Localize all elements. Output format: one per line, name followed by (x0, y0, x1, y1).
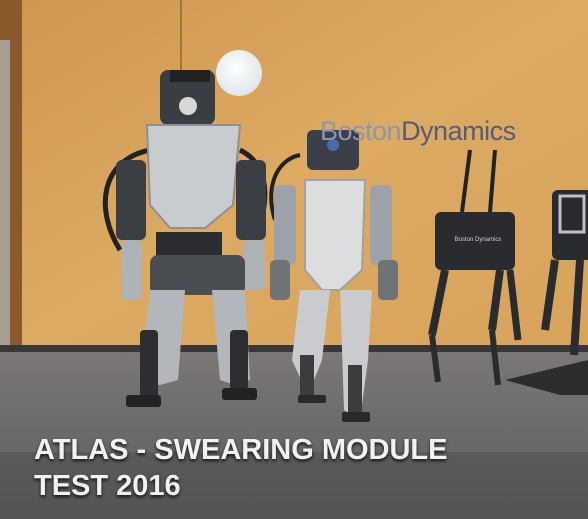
video-frame: BostonDynamics Boston Dynamics ATLAS - S… (0, 0, 588, 519)
ceiling-lamp (216, 50, 262, 96)
caption-line-2: TEST 2016 (34, 470, 181, 502)
boston-dynamics-wall-logo: BostonDynamics (320, 116, 516, 147)
video-caption: ATLAS - SWEARING MODULE TEST 2016 (34, 432, 448, 504)
logo-part-boston: Boston (320, 116, 402, 146)
logo-part-dynamics: Dynamics (401, 116, 516, 146)
caption-line-1: ATLAS - SWEARING MODULE (34, 434, 448, 466)
robot-body-label: Boston Dynamics (454, 237, 502, 243)
